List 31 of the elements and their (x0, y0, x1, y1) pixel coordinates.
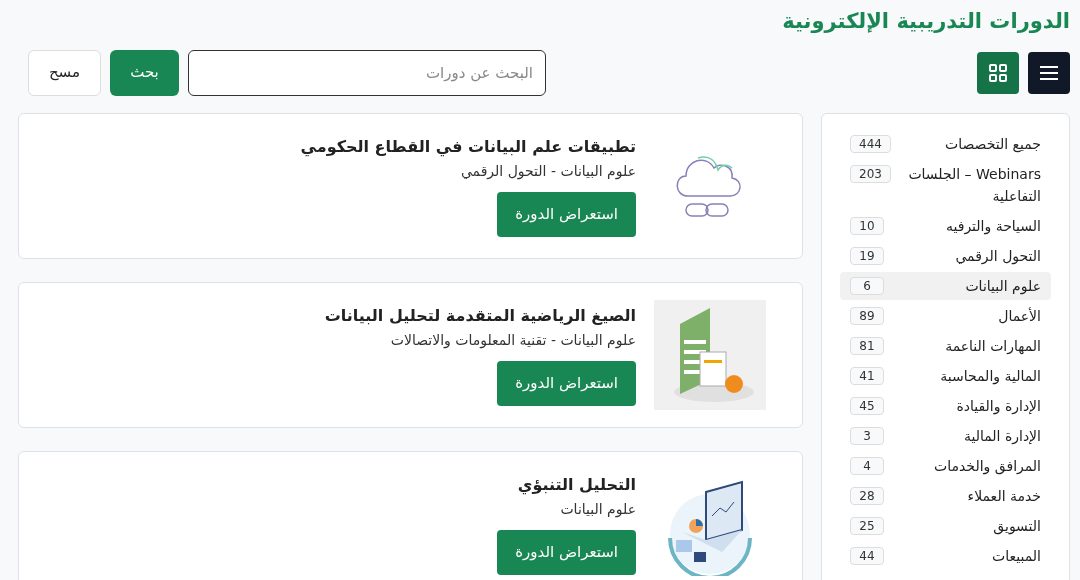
page-title: الدورات التدريبية الإلكترونية (782, 8, 1070, 35)
course-category: علوم البيانات (560, 499, 636, 520)
count-badge: 444 (850, 134, 891, 153)
grid-icon (989, 63, 1007, 82)
course-title: تطبيقات علم البيانات في القطاع الحكومي (300, 135, 636, 159)
count-badge: 203 (850, 164, 891, 183)
course-category: علوم البيانات - تقنية المعلومات والاتصالات (390, 330, 636, 351)
menu-icon (1039, 64, 1059, 81)
search-button[interactable]: بحث (110, 49, 179, 96)
count-badge: 28 (850, 486, 884, 505)
clear-button[interactable]: مسح (28, 49, 101, 96)
count-badge: 6 (850, 276, 884, 295)
count-badge: 19 (850, 246, 884, 265)
count-badge: 45 (850, 396, 884, 415)
count-badge: 10 (850, 216, 884, 235)
count-badge: 41 (850, 366, 884, 385)
count-badge: 3 (850, 426, 884, 445)
view-course-button[interactable]: استعراض الدورة (497, 360, 636, 406)
count-badge: 4 (850, 456, 884, 475)
view-course-button[interactable]: استعراض الدورة (497, 529, 636, 575)
grid-view-button[interactable] (977, 51, 1019, 94)
count-badge: 44 (850, 546, 884, 565)
count-badge: 81 (850, 336, 884, 355)
count-badge: 89 (850, 306, 884, 325)
course-title: الصيغ الرياضية المتقدمة لتحليل البيانات (324, 304, 636, 327)
view-course-button[interactable]: استعراض الدورة (497, 191, 636, 237)
search-field[interactable]: البحث عن دورات (188, 49, 546, 96)
count-badge: 25 (850, 516, 884, 535)
course-title: التحليل التنبؤي (517, 473, 636, 497)
menu-button[interactable] (1028, 51, 1070, 94)
course-category: علوم البيانات - التحول الرقمي (460, 161, 636, 182)
